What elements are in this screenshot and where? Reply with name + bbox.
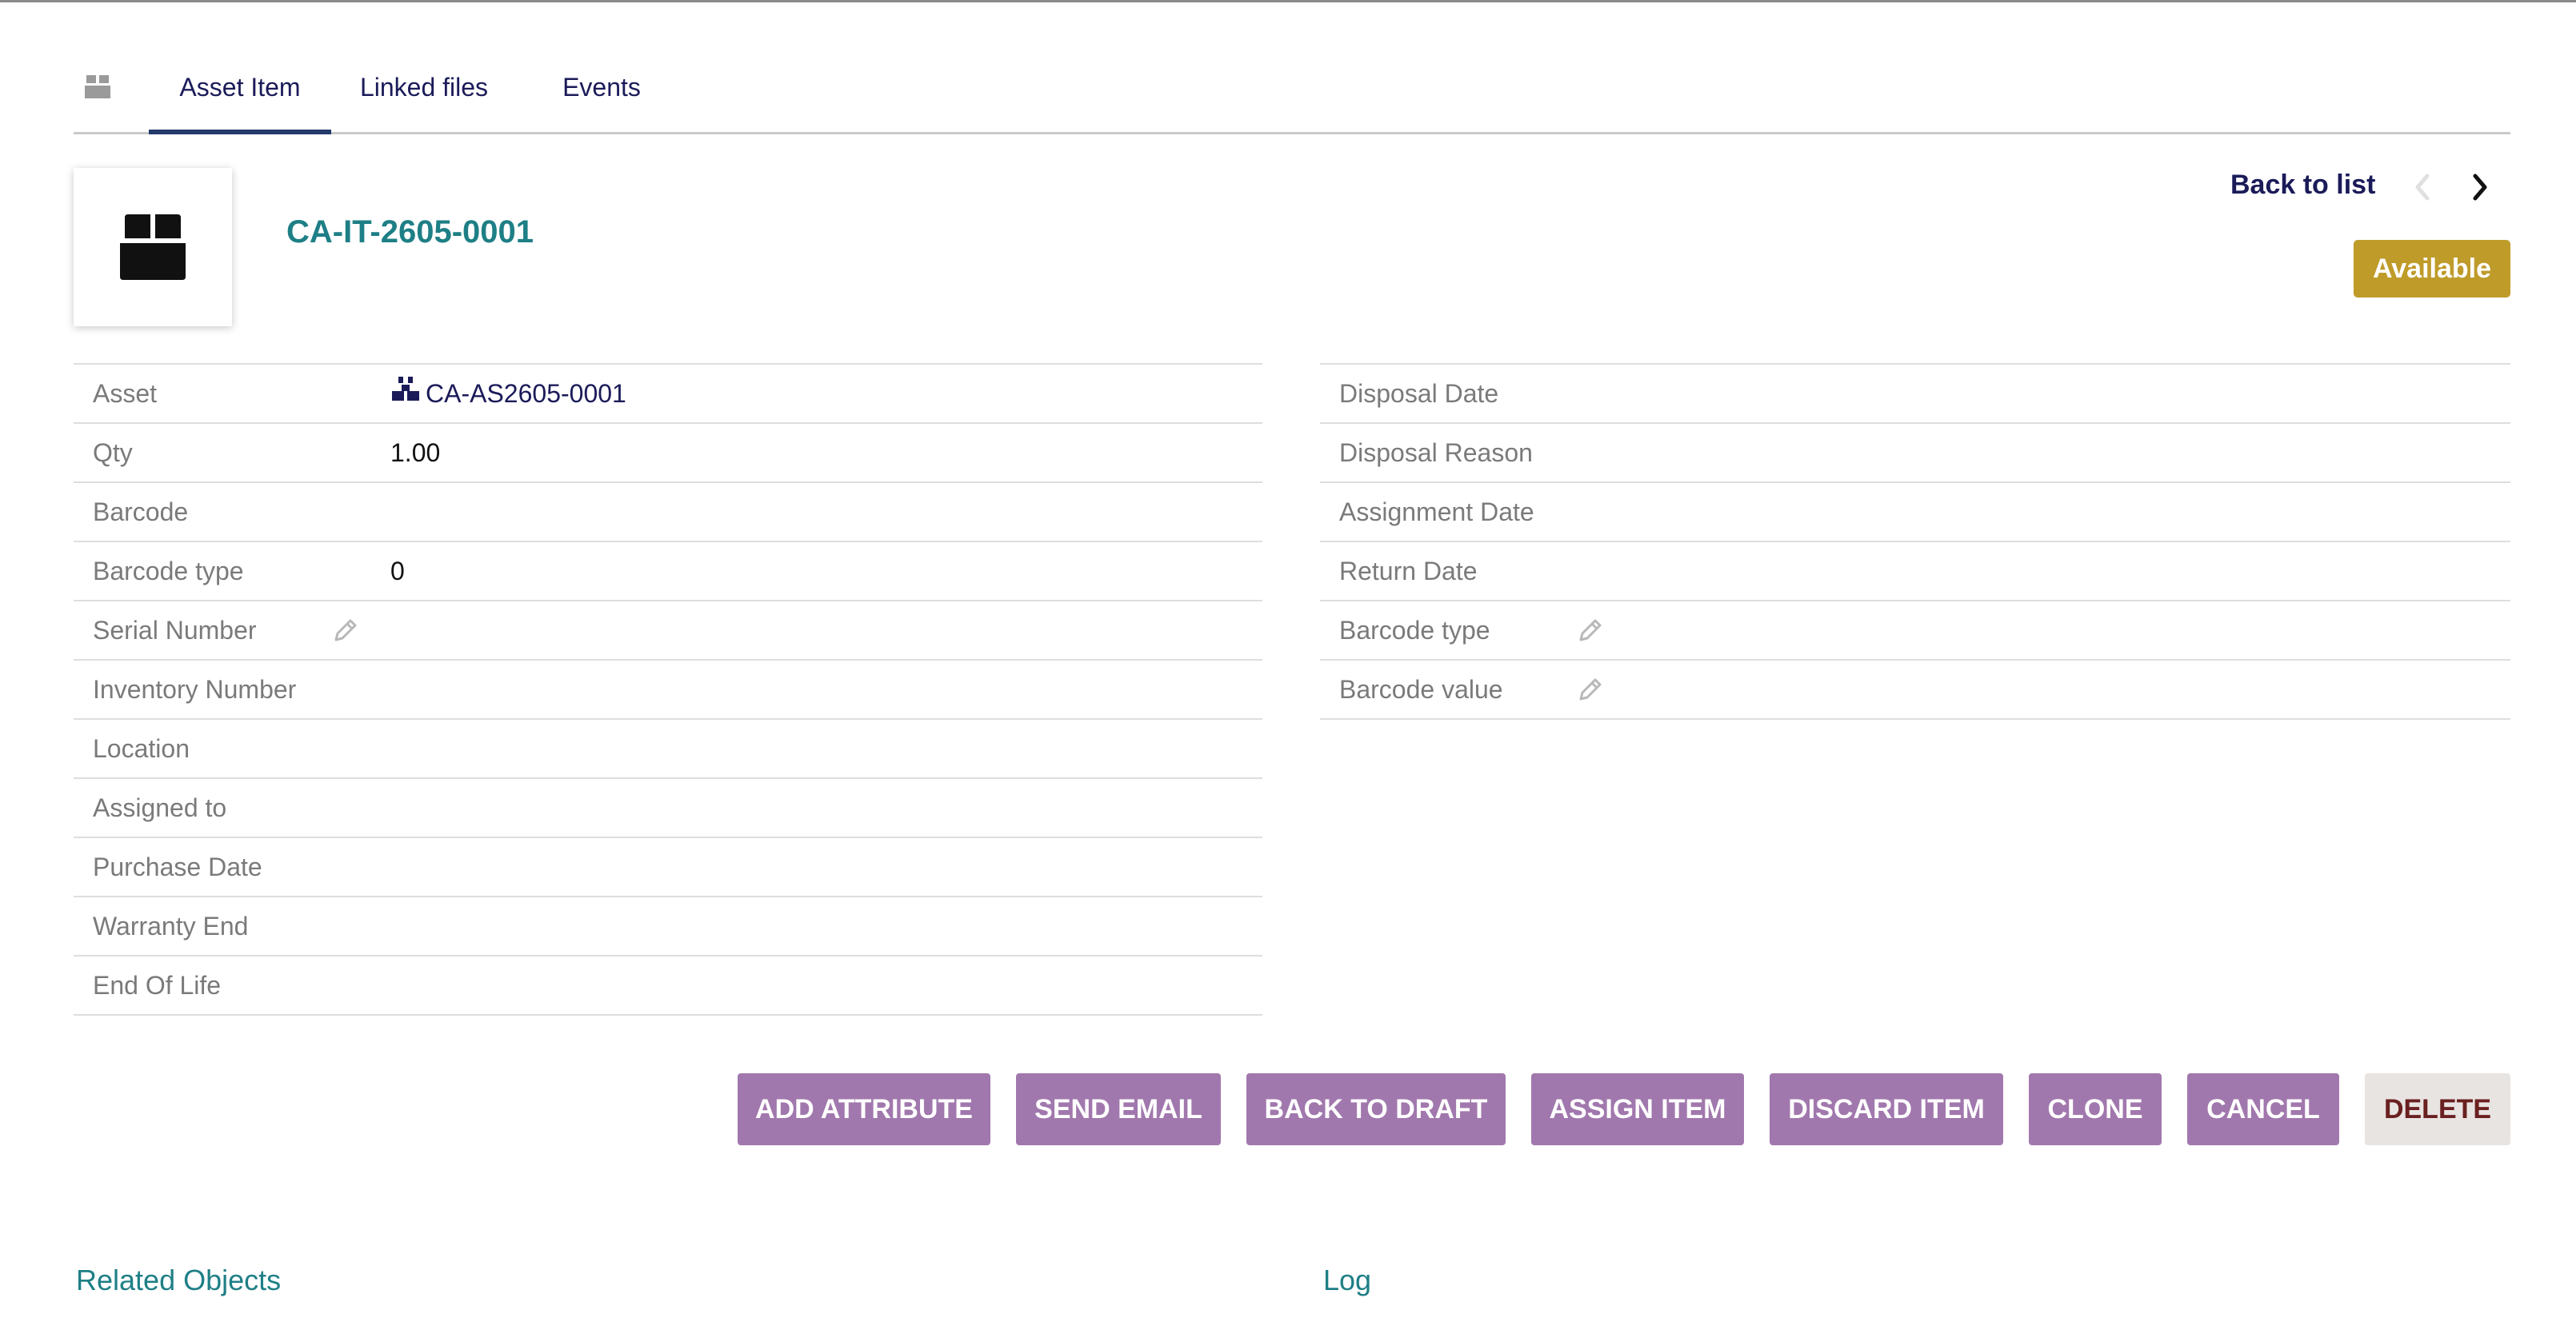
discard-item-button[interactable]: DISCARD ITEM (1770, 1073, 2003, 1145)
field-label: Barcode (93, 497, 189, 526)
field-label: Serial Number (93, 616, 257, 645)
field-label: Assigned to (93, 793, 227, 822)
field-row-disposal-reason: Disposal Reason (1320, 422, 2510, 481)
asset-link-icon (390, 365, 421, 422)
field-row-qty: Qty 1.00 (74, 422, 1262, 481)
field-label: Purchase Date (93, 853, 262, 881)
field-label: Barcode type (1339, 616, 1490, 645)
pencil-icon[interactable] (1576, 677, 1603, 704)
tab-events[interactable]: Events (549, 48, 654, 134)
field-label: Asset (93, 379, 158, 408)
pencil-icon[interactable] (331, 617, 358, 645)
field-label: Inventory Number (93, 675, 297, 704)
field-label: Disposal Reason (1339, 438, 1533, 467)
field-row-return-date: Return Date (1320, 541, 2510, 600)
field-value: 1.00 (390, 438, 441, 467)
tab-asset-item[interactable]: Asset Item (149, 48, 331, 134)
box-icon (83, 72, 112, 101)
field-label: Barcode value (1339, 675, 1503, 704)
record-reference: CA-IT-2605-0001 (286, 214, 534, 250)
pencil-icon[interactable] (1576, 617, 1603, 645)
top-border (0, 0, 2576, 2)
field-row-warranty-end: Warranty End (74, 896, 1262, 955)
field-row-disposal-date: Disposal Date (1320, 363, 2510, 422)
right-field-table: Disposal Date Disposal Reason Assignment… (1320, 363, 2510, 720)
asset-link[interactable]: CA-AS2605-0001 (390, 365, 626, 422)
delete-button[interactable]: DELETE (2365, 1073, 2510, 1145)
tab-linked-files[interactable]: Linked files (346, 48, 502, 134)
field-label: Assignment Date (1339, 497, 1534, 526)
field-row-barcode: Barcode (74, 481, 1262, 541)
chevron-left-icon[interactable] (2408, 171, 2437, 203)
back-to-draft-button[interactable]: BACK TO DRAFT (1246, 1073, 1506, 1145)
field-row-barcode-type-extra: Barcode type (1320, 600, 2510, 659)
field-row-end-of-life: End Of Life (74, 955, 1262, 1016)
field-label: Return Date (1339, 557, 1478, 585)
field-row-assigned-to: Assigned to (74, 777, 1262, 837)
field-row-inventory-number: Inventory Number (74, 659, 1262, 718)
field-label: End Of Life (93, 971, 222, 1000)
send-email-button[interactable]: SEND EMAIL (1016, 1073, 1221, 1145)
field-row-barcode-type: Barcode type 0 (74, 541, 1262, 600)
item-thumbnail (74, 168, 232, 326)
field-row-purchase-date: Purchase Date (74, 837, 1262, 896)
field-label: Location (93, 734, 190, 763)
status-badge: Available (2354, 240, 2510, 298)
asset-item-card: Asset Item Linked files Events CA-IT-260… (0, 0, 2576, 1326)
assign-item-button[interactable]: ASSIGN ITEM (1531, 1073, 1744, 1145)
clone-button[interactable]: CLONE (2029, 1073, 2162, 1145)
related-objects-heading: Related Objects (76, 1264, 282, 1296)
field-label: Qty (93, 438, 133, 467)
field-label: Warranty End (93, 912, 249, 941)
back-to-list-link[interactable]: Back to list (2230, 170, 2375, 201)
field-value: 0 (390, 557, 405, 585)
asset-ref: CA-AS2605-0001 (426, 379, 626, 408)
field-label: Disposal Date (1339, 379, 1499, 408)
field-row-serial-number: Serial Number (74, 600, 1262, 659)
cancel-button[interactable]: CANCEL (2187, 1073, 2339, 1145)
field-row-barcode-value: Barcode value (1320, 659, 2510, 720)
log-heading: Log (1323, 1264, 1372, 1296)
add-attribute-button[interactable]: ADD ATTRIBUTE (738, 1073, 990, 1145)
field-row-asset: Asset CA-AS2605-0001 (74, 363, 1262, 422)
field-row-location: Location (74, 718, 1262, 777)
field-label: Barcode type (93, 557, 244, 585)
field-row-assignment-date: Assignment Date (1320, 481, 2510, 541)
tab-bar: Asset Item Linked files Events (74, 48, 2510, 134)
chevron-right-icon[interactable] (2466, 171, 2494, 203)
left-field-table: Asset CA-AS2605-0001 Qty 1.00 Barcode Ba… (74, 363, 1262, 1016)
